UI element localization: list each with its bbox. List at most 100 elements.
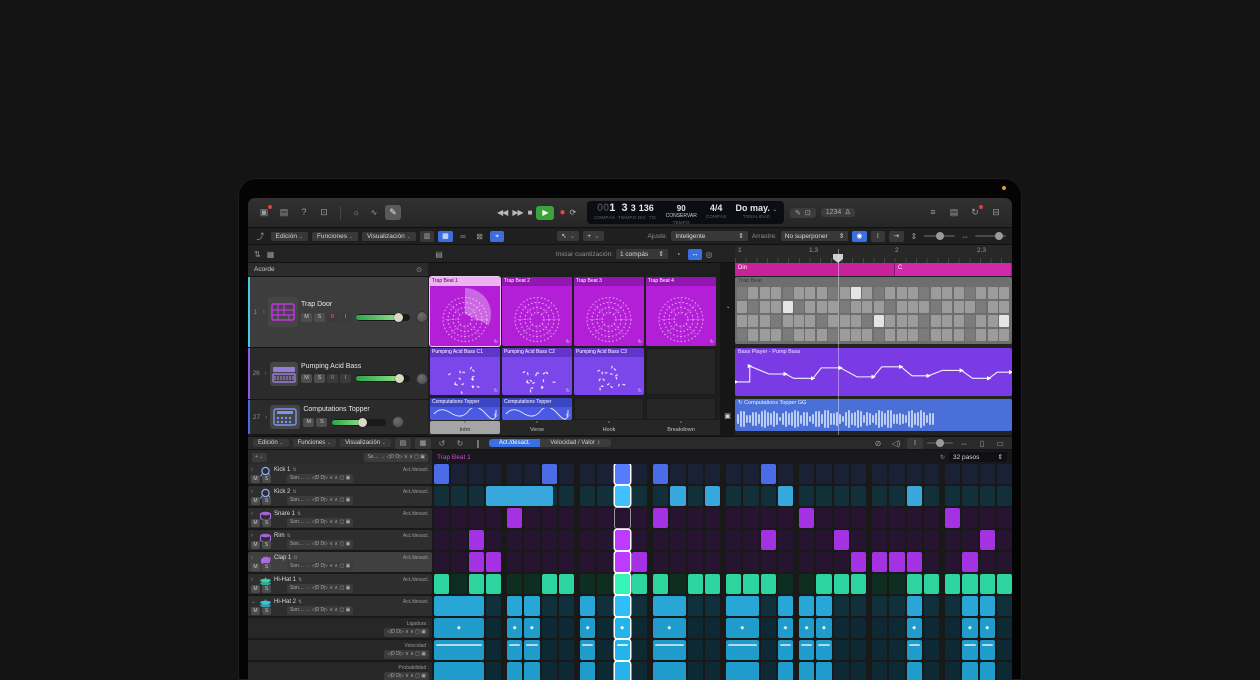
- step-off[interactable]: [542, 508, 557, 528]
- row-controls[interactable]: Son… → ◁D D▷ ∨ ∧ ▢ ▣: [287, 606, 353, 615]
- step-off[interactable]: [889, 640, 904, 660]
- divider-circle-icon[interactable]: ◔: [720, 305, 735, 312]
- text-tool-button[interactable]: I: [871, 231, 885, 242]
- step-off[interactable]: [962, 486, 977, 506]
- row-kit-selector-icon[interactable]: ⇅: [292, 489, 296, 495]
- step-on[interactable]: [799, 662, 814, 680]
- step-off[interactable]: [726, 464, 741, 484]
- subrow-controls[interactable]: ◁D D▷ ∨ ∧ ▢ ▣: [384, 628, 429, 637]
- row-solo-button[interactable]: S: [262, 475, 271, 483]
- step-on[interactable]: [980, 530, 995, 550]
- drag-select[interactable]: No superponer⇕: [781, 231, 848, 241]
- step-off[interactable]: [670, 508, 685, 528]
- mute-steps-icon[interactable]: ⊘: [871, 436, 885, 451]
- step-off[interactable]: [799, 574, 814, 594]
- step-off[interactable]: [761, 640, 776, 660]
- step-off[interactable]: [743, 508, 758, 528]
- step-on[interactable]: [615, 596, 630, 616]
- step-off[interactable]: [778, 530, 793, 550]
- step-on[interactable]: [469, 574, 484, 594]
- quantize-select[interactable]: 1 compás⇕: [616, 249, 668, 259]
- h-zoom-slider[interactable]: [975, 235, 1006, 237]
- step-on[interactable]: ◆: [778, 618, 793, 638]
- step-off[interactable]: [580, 486, 595, 506]
- step-off[interactable]: [945, 552, 960, 572]
- step-off[interactable]: [580, 464, 595, 484]
- step-off[interactable]: [469, 464, 484, 484]
- editor-menu-funciones[interactable]: Funciones ⌄: [293, 439, 337, 447]
- step-on[interactable]: [632, 574, 647, 594]
- step-off[interactable]: [688, 530, 703, 550]
- step-off[interactable]: [872, 574, 887, 594]
- step-on[interactable]: [778, 640, 793, 660]
- row-disclosure-icon[interactable]: ›: [251, 511, 257, 517]
- seq-row-steps[interactable]: [434, 662, 1012, 680]
- divider-square-icon[interactable]: ▣: [720, 412, 735, 420]
- step-on[interactable]: [851, 574, 866, 594]
- step-on[interactable]: [507, 596, 522, 616]
- count-in-button[interactable]: 1234: [826, 209, 842, 216]
- rewind-button[interactable]: ◀◀: [497, 208, 507, 217]
- step-off[interactable]: [889, 530, 904, 550]
- seq-row-header-kick-1[interactable]: ›Kick 1⇅Act./desact.MSSon… → ◁D D▷ ∨ ∧ ▢…: [248, 464, 432, 484]
- loop-cell-computations-topper[interactable]: Computations Topper↻: [502, 398, 572, 420]
- step-off[interactable]: [851, 530, 866, 550]
- step-off[interactable]: [632, 596, 647, 616]
- step-off[interactable]: [945, 596, 960, 616]
- step-off[interactable]: [705, 640, 720, 660]
- seq-row-steps[interactable]: [434, 640, 1012, 660]
- step-on[interactable]: [962, 596, 977, 616]
- step-on[interactable]: [486, 486, 553, 506]
- step-off[interactable]: [632, 618, 647, 638]
- step-on[interactable]: [580, 596, 595, 616]
- step-on[interactable]: [761, 530, 776, 550]
- step-off[interactable]: [451, 486, 466, 506]
- pencil-icon[interactable]: ✎: [795, 209, 801, 217]
- back-icon[interactable]: ⤴: [254, 229, 267, 244]
- pattern-length-select[interactable]: 32 pasos⇕: [949, 452, 1007, 462]
- step-off[interactable]: [632, 464, 647, 484]
- row-kit-selector-icon[interactable]: ⇅: [298, 599, 302, 605]
- lcd-key[interactable]: Do may. ⌄ TONALIDAD: [736, 203, 778, 220]
- editor-menu-visualizacion[interactable]: Visualización ⌄: [340, 439, 391, 447]
- track-r-button[interactable]: R: [327, 374, 338, 383]
- step-on[interactable]: [945, 508, 960, 528]
- step-off[interactable]: [559, 486, 574, 506]
- step-off[interactable]: [907, 508, 922, 528]
- step-off[interactable]: [872, 596, 887, 616]
- row-controls[interactable]: Son… → ◁D D▷ ∨ ∧ ▢ ▣: [287, 562, 353, 571]
- midi-capture-icon[interactable]: ⊠: [473, 229, 486, 244]
- step-off[interactable]: [688, 508, 703, 528]
- step-off[interactable]: [486, 640, 501, 660]
- step-off[interactable]: [580, 574, 595, 594]
- row-disclosure-icon[interactable]: ›: [251, 489, 257, 495]
- step-off[interactable]: [816, 552, 831, 572]
- step-on[interactable]: [799, 640, 814, 660]
- step-off[interactable]: [872, 486, 887, 506]
- step-off[interactable]: [889, 508, 904, 528]
- editor-hzoom-icon[interactable]: ⇔: [957, 436, 971, 451]
- step-off[interactable]: [907, 464, 922, 484]
- step-off[interactable]: [451, 464, 466, 484]
- step-off[interactable]: [726, 486, 741, 506]
- step-off[interactable]: [670, 464, 685, 484]
- seq-row-steps[interactable]: ◆◆◆◆◆◆◆◆◆◆◆◆◆: [434, 618, 1012, 638]
- step-on[interactable]: [851, 552, 866, 572]
- track-pan-knob[interactable]: [416, 311, 428, 323]
- row-disclosure-icon[interactable]: ⌄: [251, 598, 257, 605]
- step-off[interactable]: [705, 618, 720, 638]
- track-m-button[interactable]: M: [303, 418, 314, 427]
- step-on[interactable]: [486, 552, 501, 572]
- track-s-button[interactable]: S: [314, 313, 325, 322]
- step-off[interactable]: [924, 662, 939, 680]
- row-mute-button[interactable]: M: [251, 475, 260, 483]
- step-off[interactable]: [924, 508, 939, 528]
- step-off[interactable]: [872, 530, 887, 550]
- step-off[interactable]: [889, 618, 904, 638]
- step-off[interactable]: [705, 552, 720, 572]
- grid-icon[interactable]: ▦: [267, 250, 275, 259]
- step-off[interactable]: [726, 552, 741, 572]
- step-off[interactable]: [851, 508, 866, 528]
- step-off[interactable]: [597, 596, 612, 616]
- seq-row-header-velocidad[interactable]: Velocidad :◁D D▷ ∨ ∧ ▢ ▣: [248, 640, 432, 660]
